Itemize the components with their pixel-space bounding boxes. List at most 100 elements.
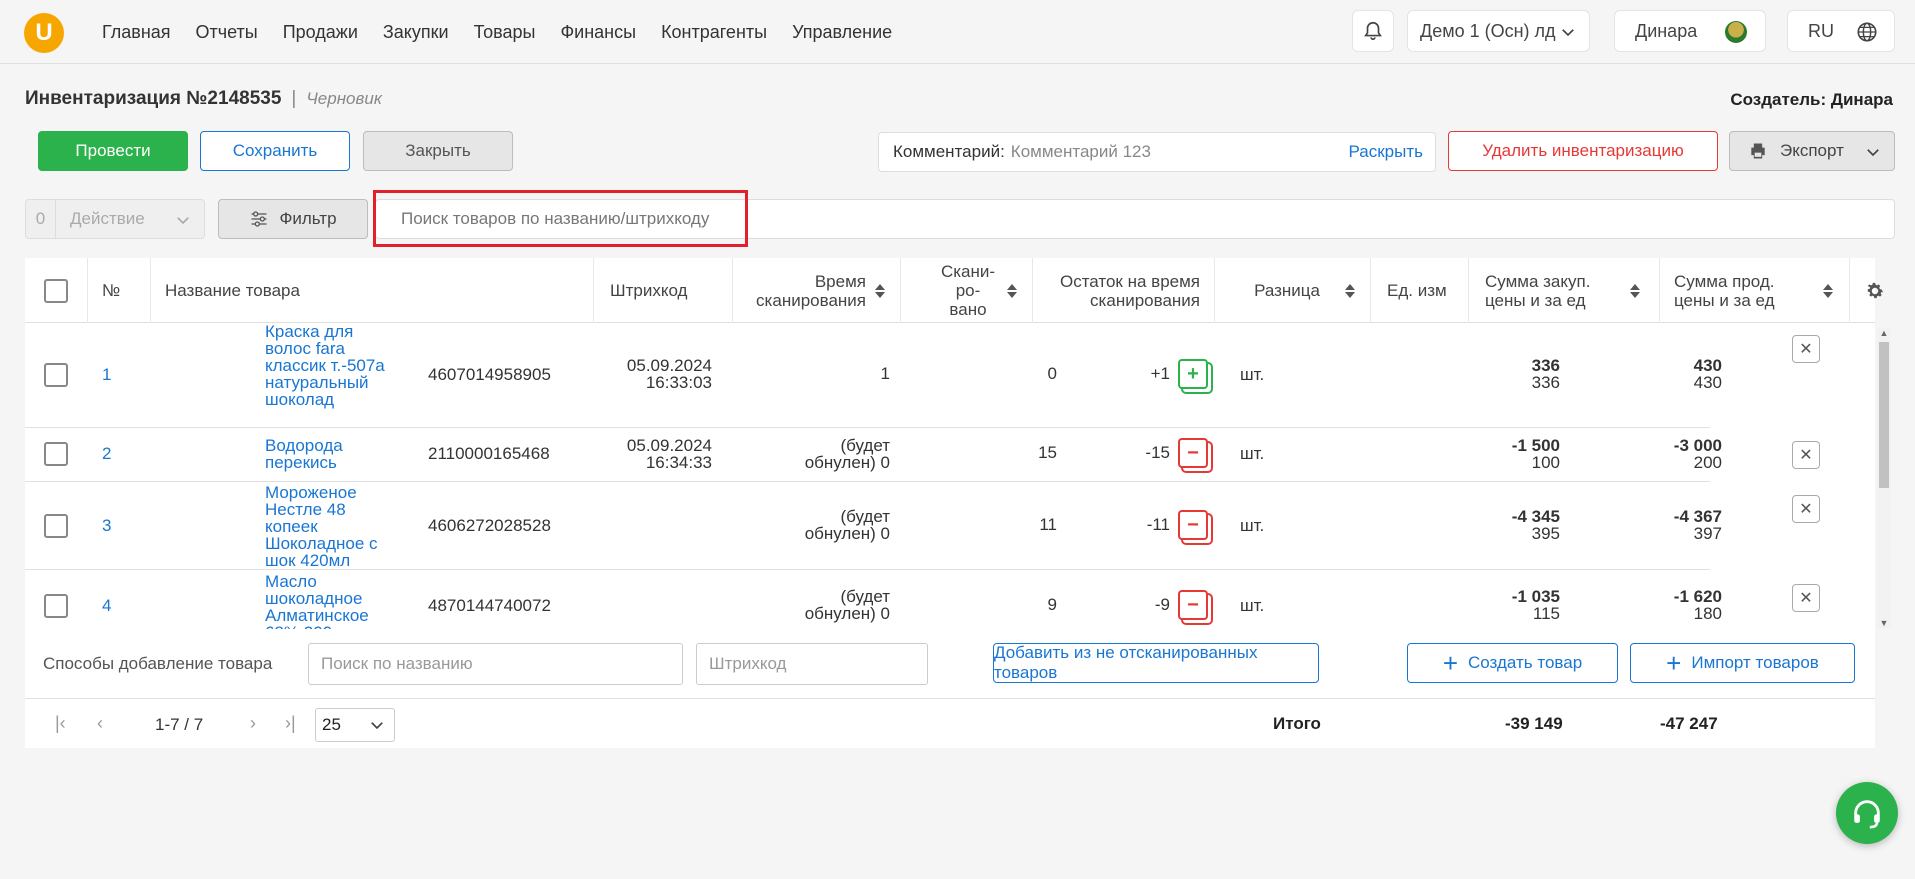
- remove-row-button[interactable]: ✕: [1792, 441, 1820, 469]
- header-scan-time-label: Время сканирования: [756, 271, 866, 310]
- add-unscanned-button[interactable]: Добавить из не отсканированных товаров: [993, 643, 1319, 683]
- chevron-down-icon: [177, 217, 189, 225]
- diff-minus-icon[interactable]: −: [1178, 590, 1208, 620]
- organization-select[interactable]: Демо 1 (Осн) лд: [1407, 10, 1590, 52]
- scanned-note: (будет: [840, 507, 890, 526]
- app-logo[interactable]: U: [24, 13, 64, 53]
- header-stock-label: Остаток на время сканирования: [1059, 271, 1200, 310]
- post-button[interactable]: Провести: [38, 131, 188, 171]
- stock-value: 0: [1047, 364, 1057, 383]
- nav-item-management[interactable]: Управление: [792, 22, 892, 43]
- support-chat-button[interactable]: [1836, 782, 1898, 844]
- add-by-name-input[interactable]: [308, 643, 683, 685]
- headset-icon: [1854, 800, 1880, 829]
- header-unit: Ед. изм: [1371, 258, 1469, 323]
- nav-item-counterparties[interactable]: Контрагенты: [661, 22, 767, 43]
- sale-unit: 200: [1693, 453, 1722, 472]
- page-size-select[interactable]: 25: [315, 708, 395, 742]
- comment-field[interactable]: Комментарий: Комментарий 123 Раскрыть: [878, 132, 1436, 172]
- product-name-link[interactable]: Мороженое Нестле 48 копеек Шоколадное с …: [265, 484, 395, 569]
- document-creator: Создатель: Динара: [1730, 90, 1893, 109]
- nav-item-products[interactable]: Товары: [474, 22, 536, 43]
- diff-value: -15: [1145, 443, 1170, 462]
- first-page-icon[interactable]: |‹: [55, 713, 66, 734]
- delete-inventory-button[interactable]: Удалить инвентаризацию: [1448, 131, 1718, 171]
- bulk-action-select[interactable]: 0 Действие: [25, 199, 205, 239]
- next-page-icon[interactable]: ›: [250, 713, 256, 734]
- sale-total: -3 000: [1673, 436, 1722, 455]
- scanned-note: (будет: [840, 436, 890, 455]
- sort-icon: [1345, 283, 1355, 298]
- scanned-value: обнулен) 0: [804, 604, 890, 623]
- scanned-value: 1: [880, 364, 890, 383]
- nav-item-purchases[interactable]: Закупки: [383, 22, 449, 43]
- row-checkbox[interactable]: [44, 514, 68, 538]
- nav-item-reports[interactable]: Отчеты: [196, 22, 258, 43]
- export-button[interactable]: Экспорт: [1729, 131, 1895, 171]
- sort-icon: [1630, 283, 1640, 298]
- remove-row-button[interactable]: ✕: [1792, 495, 1820, 523]
- unit-value: шт.: [1240, 516, 1265, 535]
- filter-button[interactable]: Фильтр: [218, 199, 368, 239]
- notifications-button[interactable]: [1352, 10, 1394, 52]
- scanned-value: обнулен) 0: [804, 524, 890, 543]
- add-by-barcode-input[interactable]: [696, 643, 928, 685]
- header-sale[interactable]: Сумма прод. цены и за ед: [1660, 258, 1850, 323]
- diff-minus-icon[interactable]: −: [1178, 510, 1208, 540]
- diff-minus-icon[interactable]: −: [1178, 438, 1208, 468]
- scroll-down-arrow[interactable]: ▼: [1879, 618, 1889, 628]
- document-status: Черновик: [306, 89, 382, 108]
- bulk-action-label: Действие: [70, 209, 145, 228]
- header-purchase[interactable]: Сумма закуп. цены и за ед: [1469, 258, 1660, 323]
- comment-value: Комментарий 123: [1010, 142, 1151, 161]
- create-product-button[interactable]: + Создать товар: [1407, 643, 1618, 683]
- main-nav: Главная Отчеты Продажи Закупки Товары Фи…: [102, 22, 892, 43]
- header-settings[interactable]: [1850, 258, 1900, 323]
- row-number-link[interactable]: 1: [102, 365, 111, 385]
- expand-comment-link[interactable]: Раскрыть: [1349, 142, 1423, 162]
- gear-icon: [1867, 282, 1884, 298]
- purchase-unit: 395: [1531, 524, 1560, 543]
- product-name-link[interactable]: Краска для волос fara классик т.-507а на…: [265, 323, 395, 408]
- save-button[interactable]: Сохранить: [200, 131, 350, 171]
- row-checkbox[interactable]: [44, 594, 68, 618]
- diff-plus-icon[interactable]: +: [1178, 359, 1208, 389]
- product-name-link[interactable]: Масло шоколадное Алматинское 68% 200гр: [265, 573, 395, 629]
- bell-icon: [1364, 21, 1382, 41]
- close-button[interactable]: Закрыть: [363, 131, 513, 171]
- filter-label: Фильтр: [279, 209, 337, 228]
- nav-item-finance[interactable]: Финансы: [560, 22, 636, 43]
- header-scan-time[interactable]: Время сканирования: [733, 258, 901, 323]
- language-select[interactable]: RU: [1787, 10, 1895, 52]
- row-number-link[interactable]: 3: [102, 516, 111, 536]
- row-number-link[interactable]: 4: [102, 596, 111, 616]
- top-navbar: U Главная Отчеты Продажи Закупки Товары …: [0, 0, 1915, 64]
- remove-row-button[interactable]: ✕: [1792, 584, 1820, 612]
- row-checkbox[interactable]: [44, 442, 68, 466]
- plus-icon: +: [1442, 648, 1459, 678]
- scroll-up-arrow[interactable]: ▲: [1879, 328, 1889, 338]
- purchase-total: 336: [1531, 356, 1560, 375]
- stock-value: 11: [1039, 515, 1057, 534]
- totals-label: Итого: [1273, 714, 1321, 733]
- nav-item-home[interactable]: Главная: [102, 22, 171, 43]
- scan-time: 16:34:33: [645, 453, 712, 472]
- row-checkbox[interactable]: [44, 363, 68, 387]
- table-scrollbar[interactable]: ▲ ▼: [1877, 328, 1891, 628]
- last-page-icon[interactable]: ›|: [285, 713, 296, 734]
- row-number-link[interactable]: 2: [102, 444, 111, 464]
- diff-value: -9: [1154, 595, 1170, 614]
- remove-row-button[interactable]: ✕: [1792, 335, 1820, 363]
- highlight-box: [373, 190, 748, 247]
- language-code: RU: [1808, 20, 1834, 41]
- select-all-checkbox[interactable]: [44, 278, 68, 303]
- nav-item-sales[interactable]: Продажи: [283, 22, 358, 43]
- scrollbar-thumb[interactable]: [1879, 342, 1889, 488]
- product-name-link[interactable]: Водорода перекись: [265, 437, 395, 471]
- import-products-button[interactable]: + Импорт товаров: [1630, 643, 1855, 683]
- prev-page-icon[interactable]: ‹: [97, 713, 103, 734]
- header-scanned[interactable]: Скани-ро-вано: [901, 258, 1033, 323]
- header-diff[interactable]: Разница: [1215, 258, 1371, 323]
- unit-value: шт.: [1240, 596, 1265, 615]
- user-menu[interactable]: Динара: [1614, 10, 1766, 52]
